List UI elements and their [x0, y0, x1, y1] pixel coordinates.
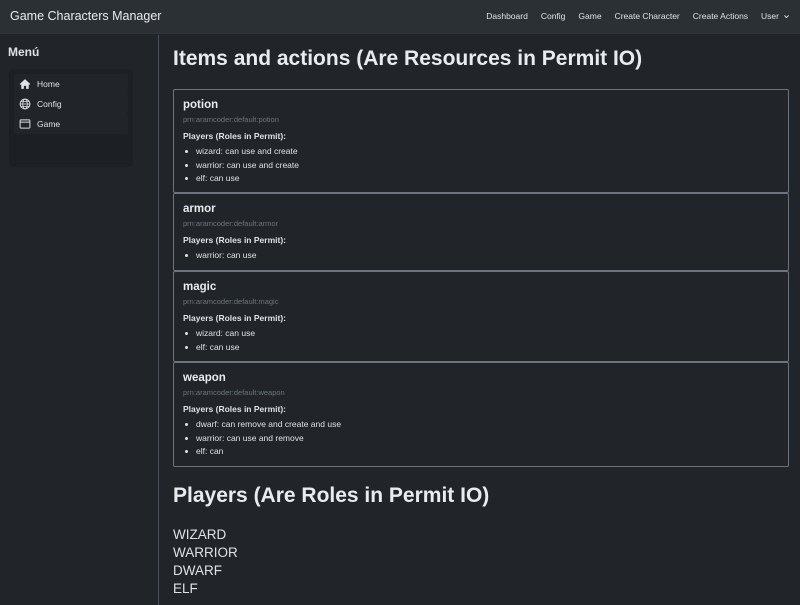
- nav-game[interactable]: Game: [578, 11, 601, 21]
- sidebar-item-home[interactable]: Home: [14, 74, 128, 94]
- nav-links: Dashboard Config Game Create Character C…: [473, 11, 790, 21]
- resource-card-potion: potion prn:aramcoder:default:potion Play…: [173, 89, 789, 193]
- items-heading: Items and actions (Are Resources in Perm…: [173, 47, 643, 70]
- permission-item: warrior: can use and remove: [183, 432, 341, 446]
- home-icon: [19, 79, 31, 89]
- user-dropdown-label: User: [761, 11, 779, 21]
- resource-name: potion: [183, 99, 219, 111]
- resource-prn: prn:aramcoder:default:magic: [183, 297, 279, 306]
- resource-prn: prn:aramcoder:default:potion: [183, 115, 279, 124]
- window-icon: [19, 119, 31, 129]
- chevron-down-icon: [784, 14, 789, 18]
- nav-dashboard[interactable]: Dashboard: [486, 11, 528, 21]
- player-role: WARRIOR: [173, 545, 238, 560]
- resource-name: magic: [183, 281, 217, 293]
- permission-item: wizard: can use and create: [183, 145, 299, 159]
- top-navbar: Game Characters Manager Dashboard Config…: [0, 0, 800, 34]
- resource-card-weapon: weapon prn:aramcoder:default:weapon Play…: [173, 362, 789, 467]
- sidebar: Menú Home Config Game: [0, 35, 159, 605]
- player-role: ELF: [173, 581, 198, 596]
- resource-card-armor: armor prn:aramcoder:default:armor Player…: [173, 193, 789, 271]
- permission-item: dwarf: can remove and create and use: [183, 418, 341, 432]
- player-role: WIZARD: [173, 527, 227, 542]
- sidebar-item-label: Home: [37, 79, 60, 89]
- permission-list: wizard: can use elf: can use: [183, 327, 255, 354]
- permission-item: elf: can: [183, 445, 341, 459]
- permission-item: elf: can use: [183, 172, 299, 186]
- sidebar-menu: Home Config Game: [9, 69, 133, 167]
- app-brand[interactable]: Game Characters Manager: [10, 9, 161, 23]
- nav-create-character[interactable]: Create Character: [615, 11, 680, 21]
- permission-item: warrior: can use: [183, 249, 256, 263]
- players-list: WIZARD WARRIOR DWARF ELF: [173, 526, 238, 598]
- permission-list: dwarf: can remove and create and use war…: [183, 418, 341, 459]
- permission-item: wizard: can use: [183, 327, 255, 341]
- permission-list: warrior: can use: [183, 249, 256, 263]
- sidebar-item-label: Game: [37, 119, 61, 129]
- player-role: DWARF: [173, 563, 222, 578]
- resource-name: weapon: [183, 372, 226, 384]
- players-heading: Players (Are Roles in Permit IO): [173, 484, 490, 507]
- resource-prn: prn:aramcoder:default:armor: [183, 219, 279, 228]
- sidebar-item-config[interactable]: Config: [14, 94, 128, 114]
- user-dropdown[interactable]: User: [761, 11, 790, 21]
- globe-icon: [19, 98, 31, 110]
- permission-item: warrior: can use and create: [183, 159, 299, 173]
- sidebar-item-label: Config: [37, 99, 62, 109]
- permission-item: elf: can use: [183, 341, 255, 355]
- nav-create-actions[interactable]: Create Actions: [693, 11, 748, 21]
- roles-heading: Players (Roles in Permit):: [183, 404, 286, 414]
- resource-name: armor: [183, 203, 216, 215]
- sidebar-title: Menú: [8, 45, 40, 59]
- nav-config[interactable]: Config: [541, 11, 566, 21]
- resource-prn: prn:aramcoder:default:weapon: [183, 388, 285, 397]
- sidebar-item-game[interactable]: Game: [14, 114, 128, 134]
- roles-heading: Players (Roles in Permit):: [183, 235, 286, 245]
- roles-heading: Players (Roles in Permit):: [183, 131, 286, 141]
- roles-heading: Players (Roles in Permit):: [183, 313, 286, 323]
- resource-card-magic: magic prn:aramcoder:default:magic Player…: [173, 271, 789, 362]
- permission-list: wizard: can use and create warrior: can …: [183, 145, 299, 186]
